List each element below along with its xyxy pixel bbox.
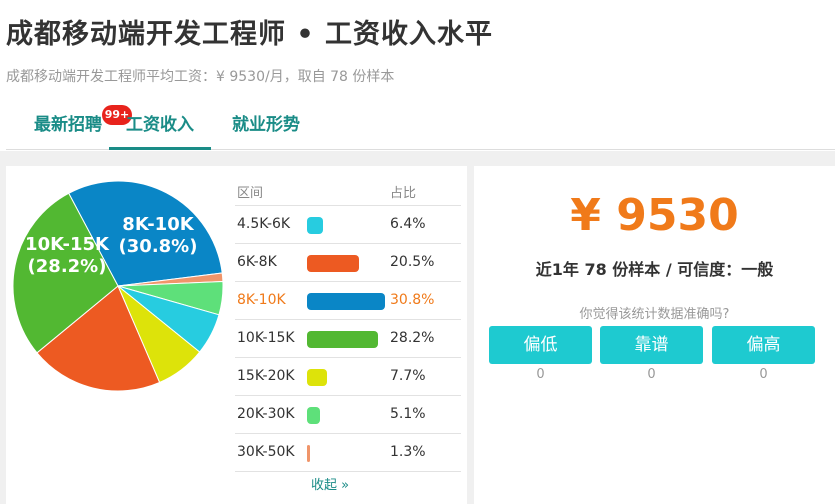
range-label: 6K-8K xyxy=(237,254,277,270)
ratio-value: 28.2% xyxy=(390,330,435,346)
ratio-value: 30.8% xyxy=(390,292,435,308)
ratio-bar xyxy=(307,255,359,272)
range-label: 15K-20K xyxy=(237,368,295,384)
table-row: 8K-10K 30.8% xyxy=(235,282,461,320)
tab-salary[interactable]: 工资收入 xyxy=(109,104,211,150)
distribution-panel: 8K-10K (30.8%) 10K-15K (28.2%) 区间 占比 4.5… xyxy=(6,166,467,504)
page-title: 成都移动端开发工程师 • 工资收入水平 xyxy=(6,19,494,50)
pie-label-pct: (30.8%) xyxy=(118,236,198,257)
range-label: 10K-15K xyxy=(237,330,295,346)
average-salary: ¥ 9530 xyxy=(570,190,739,241)
pie-label-10k-15k: 10K-15K (28.2%) xyxy=(22,234,112,278)
table-row: 30K-50K 1.3% xyxy=(235,434,461,472)
vote-high-button[interactable]: 偏高 xyxy=(712,326,815,364)
table-row: 10K-15K 28.2% xyxy=(235,320,461,358)
page-subtitle: 成都移动端开发工程师平均工资：¥ 9530/月，取自 78 份样本 xyxy=(6,69,395,85)
ratio-value: 5.1% xyxy=(390,406,426,422)
accuracy-question: 你觉得该统计数据准确吗? xyxy=(579,307,730,322)
vote-high-count: 0 xyxy=(759,367,768,382)
distribution-table: 区间 占比 4.5K-6K 6.4% 6K-8K 20.5% 8K-10K 30.8% 10… xyxy=(235,176,461,472)
table-body: 4.5K-6K 6.4% 6K-8K 20.5% 8K-10K 30.8% 10K-15K 2… xyxy=(235,206,461,472)
tab-bar: 最新招聘 99+ 工资收入 就业形势 xyxy=(6,104,835,150)
table-row: 15K-20K 7.7% xyxy=(235,358,461,396)
table-row: 4.5K-6K 6.4% xyxy=(235,206,461,244)
range-label: 4.5K-6K xyxy=(237,216,291,232)
pie-label-pct: (28.2%) xyxy=(27,256,107,277)
table-row: 6K-8K 20.5% xyxy=(235,244,461,282)
ratio-bar xyxy=(307,331,378,348)
ratio-bar xyxy=(307,445,310,462)
pie-label-name: 10K-15K xyxy=(25,234,109,255)
tab-label: 就业形势 xyxy=(232,115,300,135)
tab-label: 工资收入 xyxy=(126,115,194,135)
ratio-value: 20.5% xyxy=(390,254,435,270)
range-label: 20K-30K xyxy=(237,406,295,422)
table-row: 20K-30K 5.1% xyxy=(235,396,461,434)
ratio-bar xyxy=(307,407,320,424)
ratio-value: 1.3% xyxy=(390,444,426,460)
tab-employment[interactable]: 就业形势 xyxy=(221,104,311,150)
pie-label-8k-10k: 8K-10K (30.8%) xyxy=(108,214,208,258)
salary-pie-chart: 8K-10K (30.8%) 10K-15K (28.2%) xyxy=(8,176,228,396)
ratio-bar xyxy=(307,217,323,234)
collapse-link[interactable]: 收起 » xyxy=(311,474,349,493)
vote-low-button[interactable]: 偏低 xyxy=(489,326,592,364)
sample-info: 近1年 78 份样本 / 可信度：一般 xyxy=(535,260,774,279)
pie-label-name: 8K-10K xyxy=(122,214,194,235)
column-header-range: 区间 xyxy=(237,186,264,201)
pie-svg xyxy=(12,180,224,392)
table-header: 区间 占比 xyxy=(235,176,461,206)
tab-label: 最新招聘 xyxy=(34,115,102,135)
ratio-bar xyxy=(307,293,385,310)
range-label: 8K-10K xyxy=(237,292,286,308)
column-header-ratio: 占比 xyxy=(390,186,417,201)
range-label: 30K-50K xyxy=(237,444,295,460)
vote-reliable-button[interactable]: 靠谱 xyxy=(600,326,703,364)
ratio-bar xyxy=(307,369,327,386)
vote-low-count: 0 xyxy=(536,367,545,382)
ratio-value: 7.7% xyxy=(390,368,426,384)
summary-panel: ¥ 9530 近1年 78 份样本 / 可信度：一般 你觉得该统计数据准确吗? … xyxy=(474,166,835,504)
ratio-value: 6.4% xyxy=(390,216,426,232)
vote-reliable-count: 0 xyxy=(647,367,656,382)
tab-latest-jobs[interactable]: 最新招聘 99+ xyxy=(18,104,132,150)
